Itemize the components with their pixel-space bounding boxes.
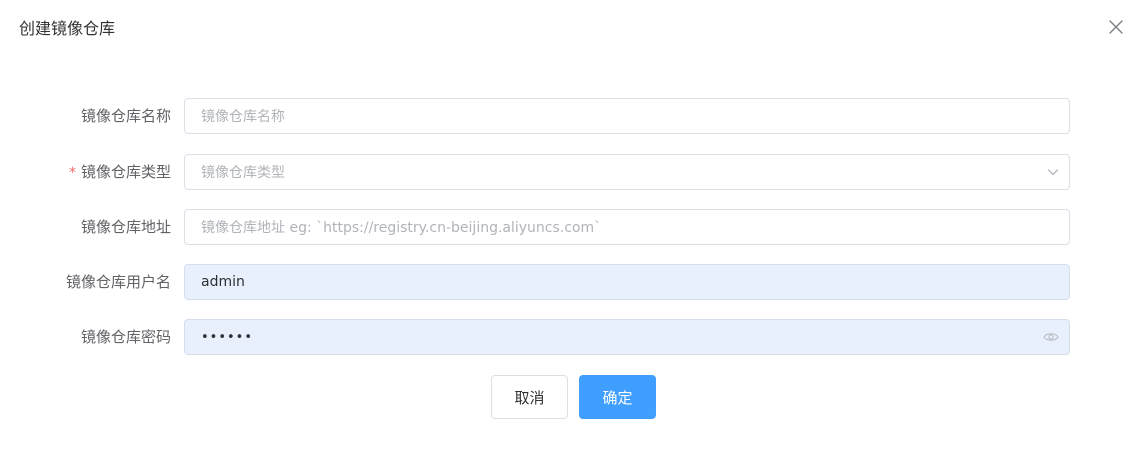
form-row-password: 镜像仓库密码 •••••• [0, 319, 1133, 355]
password-input[interactable]: •••••• [184, 319, 1070, 355]
username-label: 镜像仓库用户名 [65, 273, 171, 291]
required-asterisk: * [68, 165, 76, 181]
username-input[interactable]: admin [184, 264, 1070, 300]
address-input[interactable]: 镜像仓库地址 eg: `https://registry.cn-beijing.… [184, 209, 1070, 245]
password-label: 镜像仓库密码 [80, 328, 171, 346]
password-value: •••••• [201, 329, 254, 345]
eye-icon [1043, 333, 1059, 341]
type-select[interactable]: 镜像仓库类型 [184, 154, 1070, 190]
type-label: 镜像仓库类型 [80, 163, 171, 181]
name-label: 镜像仓库名称 [80, 107, 171, 125]
name-input[interactable]: 镜像仓库名称 [184, 98, 1070, 134]
create-registry-dialog: 创建镜像仓库 镜像仓库名称 镜像仓库名称 * 镜像仓库类型 镜像仓库类型 镜像仓库… [0, 0, 1133, 462]
form-row-username: 镜像仓库用户名 admin [0, 264, 1133, 300]
form-row-name: 镜像仓库名称 镜像仓库名称 [0, 98, 1133, 134]
close-button[interactable] [1106, 17, 1126, 37]
close-icon [1109, 20, 1123, 34]
dialog-title: 创建镜像仓库 [19, 19, 116, 38]
password-toggle[interactable] [1043, 320, 1059, 354]
type-label-wrapper: * 镜像仓库类型 [69, 154, 171, 190]
username-value: admin [201, 274, 245, 290]
form-row-type: * 镜像仓库类型 镜像仓库类型 [0, 154, 1133, 190]
name-placeholder: 镜像仓库名称 [201, 109, 285, 125]
address-placeholder: 镜像仓库地址 eg: `https://registry.cn-beijing.… [201, 220, 602, 236]
type-placeholder: 镜像仓库类型 [201, 165, 285, 181]
address-label: 镜像仓库地址 [80, 218, 171, 236]
cancel-button[interactable]: 取消 [491, 375, 568, 419]
chevron-down-icon [1047, 169, 1059, 176]
confirm-button[interactable]: 确定 [579, 375, 656, 419]
form-row-address: 镜像仓库地址 镜像仓库地址 eg: `https://registry.cn-b… [0, 209, 1133, 245]
type-select-suffix[interactable] [1047, 155, 1059, 189]
